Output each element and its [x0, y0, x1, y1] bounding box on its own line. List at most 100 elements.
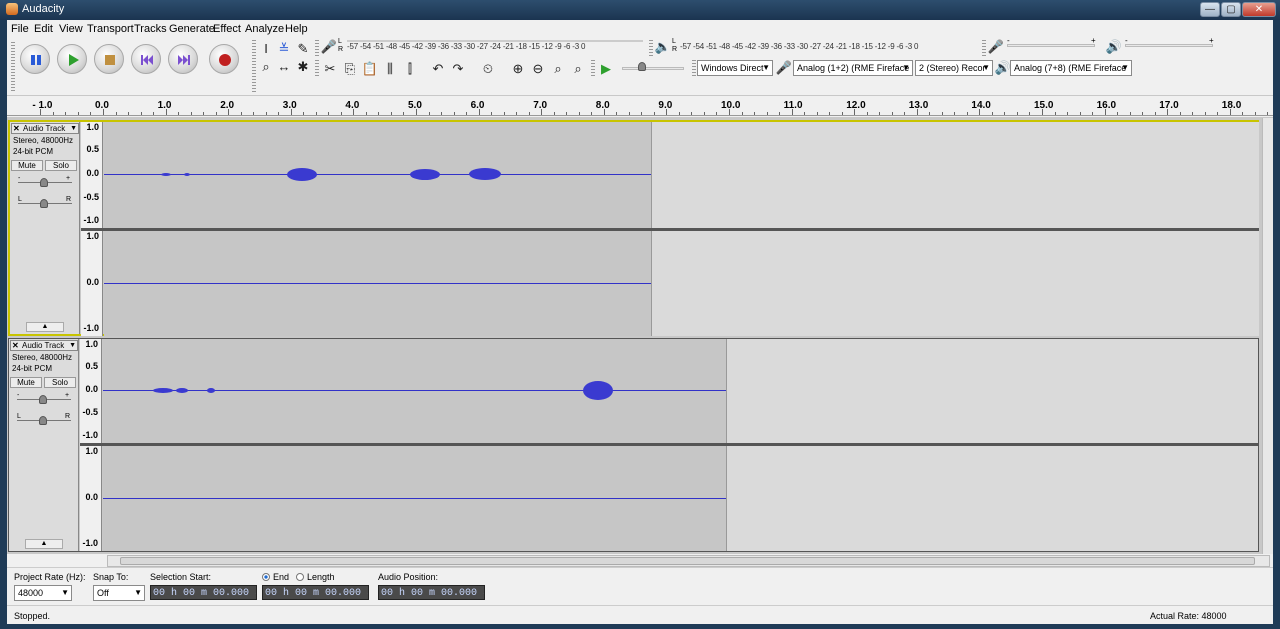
waveform-left-channel[interactable]	[103, 339, 1258, 443]
close-track-icon[interactable]: ✕	[12, 341, 19, 350]
play-at-speed-grip[interactable]	[591, 60, 595, 76]
menu-help[interactable]: Help	[285, 23, 308, 35]
play-meter-grip[interactable]	[649, 40, 653, 56]
track-name-button[interactable]: ✕ Audio Track ▼	[11, 123, 79, 134]
ruler-tick-mark	[616, 112, 618, 115]
time-shift-tool-icon[interactable]: ↔	[275, 58, 293, 76]
paste-icon[interactable]: 📋	[361, 60, 379, 78]
redo-icon[interactable]: ↷	[449, 60, 467, 78]
ruler-tick-mark	[516, 112, 518, 115]
sync-lock-icon[interactable]: ⏲	[479, 60, 497, 78]
play-meter-speaker-icon[interactable]: 🔈	[654, 38, 672, 56]
record-meter-microphone-icon[interactable]: 🎤	[320, 38, 338, 56]
playback-volume-slider[interactable]	[1125, 44, 1213, 47]
close-window-button[interactable]: ✕	[1242, 2, 1276, 17]
mute-button[interactable]: Mute	[10, 377, 42, 388]
fit-project-icon[interactable]: ⌕	[569, 60, 587, 78]
cut-icon[interactable]: ✂	[321, 60, 339, 78]
menu-tracks[interactable]: Tracks	[134, 23, 167, 35]
project-rate-select[interactable]: 48000 ▼	[14, 585, 72, 601]
play-speed-slider[interactable]	[622, 67, 684, 70]
vertical-scrollbar[interactable]	[1262, 118, 1273, 554]
menu-file[interactable]: File	[11, 23, 29, 35]
skip-to-end-button[interactable]	[168, 44, 198, 74]
stop-icon	[105, 55, 115, 65]
zoom-tool-icon[interactable]: ⌕	[257, 58, 275, 76]
solo-button[interactable]: Solo	[45, 160, 77, 171]
recording-device-select[interactable]: Analog (1+2) (RME Fireface ▼	[793, 60, 913, 76]
audio-clip	[176, 388, 188, 393]
timeline-ruler[interactable]: - 1.0 0.0 1.0 2.0 3.0 4.0 5.0 6.0 7.0 8.0 9.0 10.0 1…	[7, 98, 1280, 116]
pan-slider-knob[interactable]	[40, 199, 48, 208]
menu-view[interactable]: View	[59, 23, 83, 35]
selection-end-time[interactable]: 00 h 00 m 00.000 s	[262, 585, 369, 600]
audio-host-select[interactable]: Windows Direct ▼	[697, 60, 773, 76]
ruler-tick-mark	[954, 112, 956, 115]
horizontal-scroll-thumb[interactable]	[120, 557, 1255, 565]
mute-button[interactable]: Mute	[11, 160, 43, 171]
collapse-track-button[interactable]: ▲	[26, 322, 64, 332]
audio-track-2[interactable]: ✕ Audio Track ▼ Stereo, 48000Hz 24-bit P…	[8, 338, 1259, 552]
close-track-icon[interactable]: ✕	[13, 124, 20, 133]
fit-selection-icon[interactable]: ⌕	[549, 60, 567, 78]
audio-track-1[interactable]: ✕ Audio Track ▼ Stereo, 48000Hz 24-bit P…	[8, 120, 1259, 336]
track-name-button[interactable]: ✕ Audio Track ▼	[10, 340, 78, 351]
draw-tool-icon[interactable]: ✎	[294, 40, 312, 58]
ruler-tick-mark	[716, 112, 718, 115]
waveform-left-channel[interactable]	[104, 122, 1259, 228]
tools-grip[interactable]	[252, 40, 256, 94]
solo-button[interactable]: Solo	[44, 377, 76, 388]
audio-position-time[interactable]: 00 h 00 m 00.000 s	[378, 585, 485, 600]
recording-volume-slider[interactable]	[1007, 44, 1095, 47]
stop-button[interactable]	[94, 44, 124, 74]
playback-device-select[interactable]: Analog (7+8) (RME Fireface ▼	[1010, 60, 1132, 76]
menu-analyze[interactable]: Analyze	[245, 23, 284, 35]
menu-effect[interactable]: Effect	[213, 23, 241, 35]
ruler-tick-mark	[1117, 112, 1119, 115]
skip-to-start-button[interactable]	[131, 44, 161, 74]
play-button[interactable]	[57, 44, 87, 74]
selection-start-time[interactable]: 00 h 00 m 00.000 s	[150, 585, 257, 600]
end-radio-label: End	[273, 572, 290, 582]
selection-tool-icon[interactable]: I	[257, 40, 275, 58]
end-radio[interactable]: End	[262, 572, 289, 582]
ruler-tick-mark	[491, 112, 493, 115]
pan-slider-knob[interactable]	[39, 416, 47, 425]
silence-icon[interactable]: ⫿	[401, 60, 419, 78]
gain-slider-knob[interactable]	[40, 178, 48, 187]
collapse-track-button[interactable]: ▲	[25, 539, 63, 549]
record-meter-bar[interactable]	[347, 40, 643, 42]
ruler-tick-mark	[966, 112, 968, 115]
title-bar: Audacity — ▢ ✕	[0, 0, 1280, 20]
zoom-out-icon[interactable]: ⊖	[529, 60, 547, 78]
horizontal-scrollbar[interactable]	[107, 555, 1270, 567]
gain-slider-knob[interactable]	[39, 395, 47, 404]
length-radio[interactable]: Length	[296, 572, 335, 582]
minimize-button[interactable]: —	[1200, 2, 1220, 17]
envelope-tool-icon[interactable]: ≚	[275, 40, 293, 58]
menu-generate[interactable]: Generate	[169, 23, 215, 35]
play-at-speed-icon[interactable]: ▶	[597, 60, 615, 78]
play-speed-knob[interactable]	[638, 62, 646, 71]
pause-button[interactable]	[20, 44, 50, 74]
toolbar-grip[interactable]	[11, 42, 15, 92]
copy-icon[interactable]: ⎘	[341, 60, 359, 78]
recording-channels-select[interactable]: 2 (Stereo) Recor ▼	[915, 60, 993, 76]
trim-icon[interactable]: ⫼	[381, 60, 399, 78]
mixer-grip[interactable]	[982, 40, 986, 56]
edit-grip[interactable]	[315, 60, 319, 76]
waveform-right-channel[interactable]	[104, 231, 1259, 336]
ruler-tick-mark	[90, 112, 92, 115]
multi-tool-icon[interactable]: ✱	[294, 58, 312, 76]
audio-clip	[207, 388, 215, 393]
snap-to-select[interactable]: Off ▼	[93, 585, 145, 601]
device-grip[interactable]	[692, 60, 696, 76]
waveform-right-channel[interactable]	[103, 446, 1258, 551]
maximize-button[interactable]: ▢	[1221, 2, 1241, 17]
menu-transport[interactable]: Transport	[87, 23, 134, 35]
zoom-in-icon[interactable]: ⊕	[509, 60, 527, 78]
menu-edit[interactable]: Edit	[34, 23, 53, 35]
undo-icon[interactable]: ↶	[429, 60, 447, 78]
meter-grip[interactable]	[315, 40, 319, 56]
record-button[interactable]	[209, 44, 239, 74]
